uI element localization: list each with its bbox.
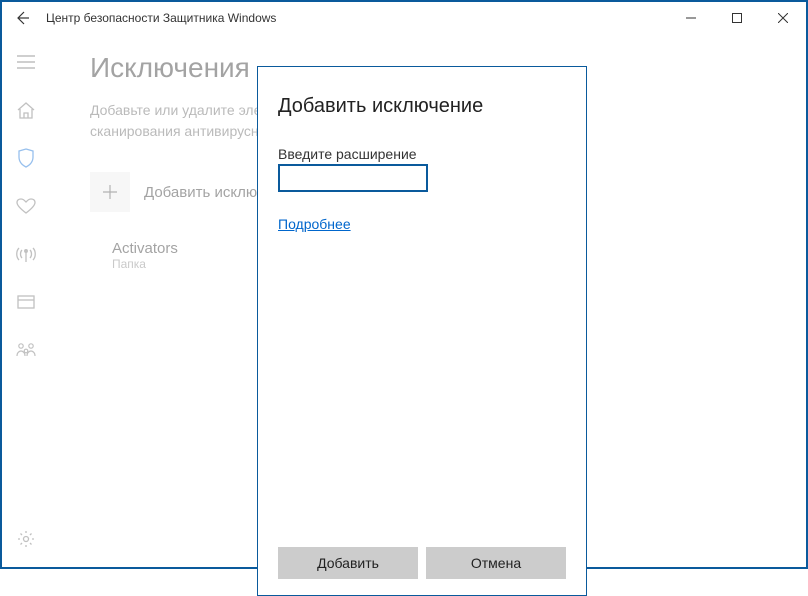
family-icon (16, 342, 36, 358)
sidebar-item-home[interactable] (16, 100, 36, 120)
sidebar-item-family[interactable] (16, 340, 36, 360)
sidebar-item-firewall[interactable] (16, 244, 36, 264)
back-button[interactable] (10, 6, 34, 30)
maximize-button[interactable] (714, 3, 760, 33)
antenna-icon (16, 246, 36, 262)
sidebar (2, 34, 50, 567)
close-button[interactable] (760, 3, 806, 33)
maximize-icon (732, 13, 742, 23)
dialog-cancel-button[interactable]: Отмена (426, 547, 566, 579)
minimize-button[interactable] (668, 3, 714, 33)
extension-input[interactable] (278, 164, 428, 192)
titlebar: Центр безопасности Защитника Windows (2, 2, 806, 34)
heart-pulse-icon (16, 198, 36, 214)
window-icon (17, 295, 35, 309)
hamburger-icon (17, 55, 35, 69)
learn-more-link[interactable]: Подробнее (278, 216, 566, 232)
minimize-icon (686, 13, 696, 23)
arrow-left-icon (14, 10, 30, 26)
plus-icon (102, 184, 118, 200)
dialog-title: Добавить исключение (278, 95, 566, 118)
sidebar-item-app-control[interactable] (16, 292, 36, 312)
sidebar-item-virus-protection[interactable] (16, 148, 36, 168)
window-title: Центр безопасности Защитника Windows (46, 11, 668, 25)
plus-icon-box (90, 172, 130, 212)
home-icon (16, 101, 36, 119)
sidebar-item-settings[interactable] (16, 529, 36, 549)
menu-button[interactable] (16, 52, 36, 72)
close-icon (778, 13, 788, 23)
dialog-footer: Добавить Отмена (278, 547, 566, 579)
gear-icon (17, 530, 35, 548)
extension-label: Введите расширение (278, 146, 566, 162)
shield-icon (17, 148, 35, 168)
window-controls (668, 3, 806, 33)
sidebar-item-performance[interactable] (16, 196, 36, 216)
add-exclusion-dialog: Добавить исключение Введите расширение П… (257, 66, 587, 596)
dialog-add-button[interactable]: Добавить (278, 547, 418, 579)
defender-window: Центр безопасности Защитника Windows (0, 0, 808, 569)
